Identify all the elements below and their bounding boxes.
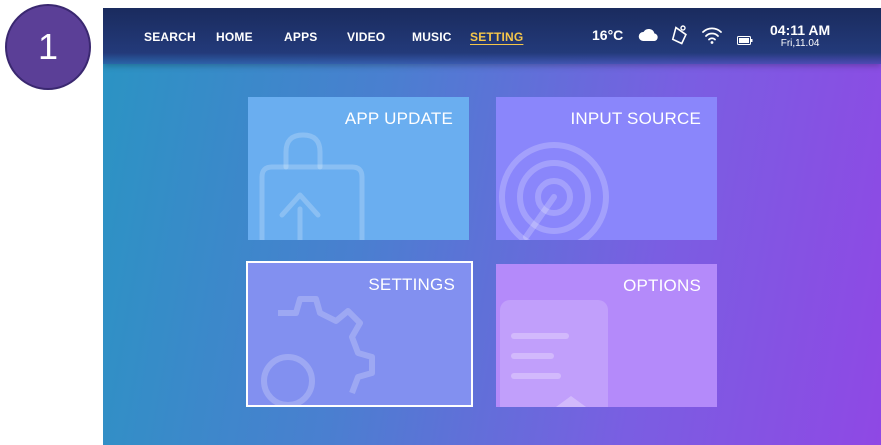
nav-item-search[interactable]: SEARCH	[144, 30, 196, 44]
nav-item-apps[interactable]: APPS	[284, 30, 317, 44]
clock: 04:11 AM Fri,11.04	[770, 22, 830, 50]
nav-item-video[interactable]: VIDEO	[347, 30, 385, 44]
compass-icon	[669, 24, 689, 51]
top-navigation-bar: SEARCH HOME APPS VIDEO MUSIC SETTING 16°…	[103, 8, 881, 64]
tile-settings[interactable]: SETTINGS	[246, 261, 473, 407]
battery-icon	[737, 32, 753, 50]
nav-item-music[interactable]: MUSIC	[412, 30, 452, 44]
tile-label: SETTINGS	[368, 275, 455, 294]
tile-label: APP UPDATE	[344, 109, 453, 128]
tv-screen: SEARCH HOME APPS VIDEO MUSIC SETTING 16°…	[103, 8, 881, 445]
wifi-icon	[701, 25, 723, 50]
cloud-icon	[638, 28, 660, 47]
clock-time: 04:11 AM	[770, 22, 831, 38]
step-number-badge: 1	[5, 4, 91, 90]
tile-app-update[interactable]: APP UPDATE	[248, 97, 469, 240]
nav-item-setting[interactable]: SETTING	[470, 30, 523, 44]
temperature-readout: 16°C	[592, 27, 624, 43]
tile-label: OPTIONS	[623, 276, 701, 295]
tile-options[interactable]: OPTIONS	[496, 264, 717, 407]
tile-label: INPUT SOURCE	[570, 109, 701, 128]
tile-input-source[interactable]: INPUT SOURCE	[496, 97, 717, 240]
nav-item-home[interactable]: HOME	[216, 30, 253, 44]
clock-date: Fri,11.04	[780, 38, 820, 49]
